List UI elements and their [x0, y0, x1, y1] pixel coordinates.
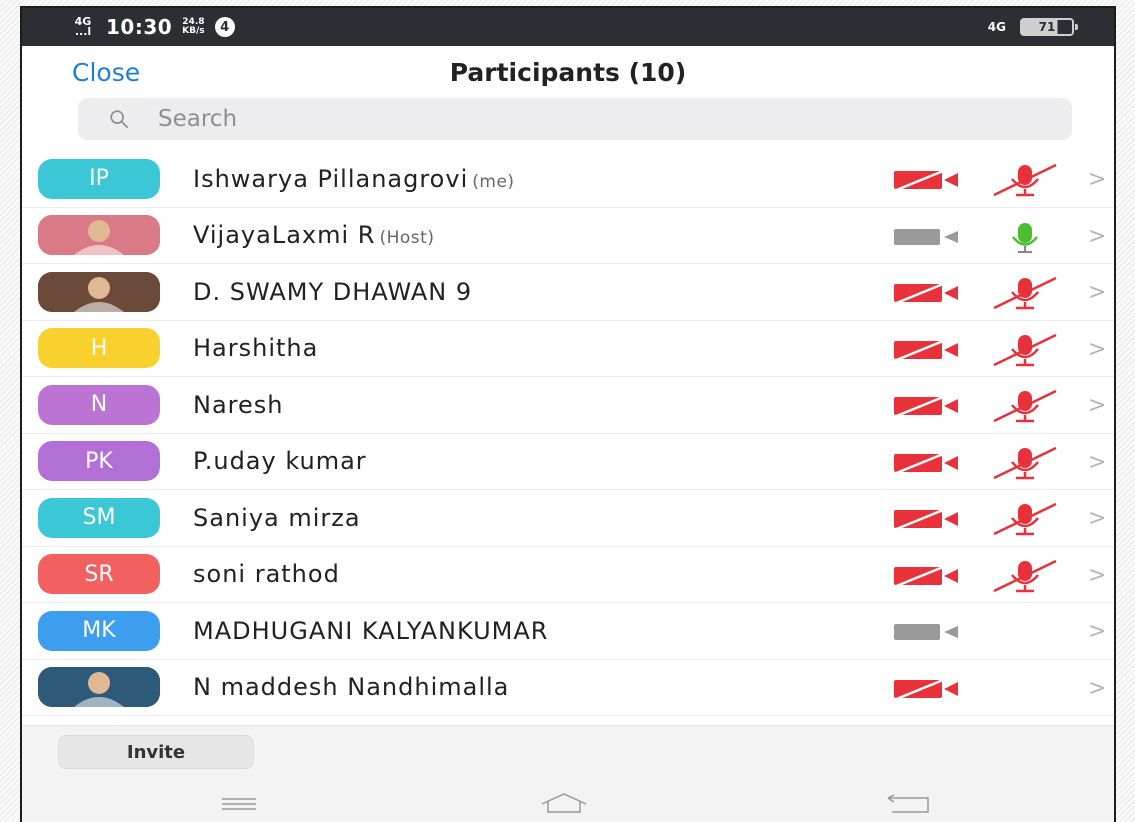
mic-muted-icon [993, 446, 1057, 479]
participant-row[interactable]: D. SWAMY DHAWAN 9 > [22, 264, 1114, 321]
notification-badge: 4 [214, 17, 235, 37]
mic-muted-icon [993, 502, 1057, 536]
participant-name: Naresh [193, 390, 284, 419]
participant-name-line: VijayaLaxmi R (Host) [193, 221, 434, 249]
chevron-right-icon[interactable]: > [1088, 676, 1106, 701]
participant-role-tag: (me) [472, 171, 515, 192]
video-off-icon [893, 451, 958, 474]
network-indicator: 4G ...l [70, 16, 96, 38]
chevron-right-icon[interactable]: > [1088, 167, 1106, 192]
participant-row[interactable]: PK P.uday kumar > [22, 434, 1114, 490]
network-speed-unit: KB/s [182, 26, 205, 36]
network-speed: 24.8 KB/s [182, 18, 204, 36]
participant-row[interactable]: N maddesh Nandhimalla > [22, 660, 1114, 716]
avatar: H [38, 328, 160, 369]
participant-row[interactable]: MK MADHUGANI KALYANKUMAR > [22, 603, 1114, 660]
participant-name-line: MADHUGANI KALYANKUMAR [193, 617, 548, 645]
video-off-icon [893, 338, 958, 361]
avatar: SR [38, 554, 160, 595]
participant-name-line: D. SWAMY DHAWAN 9 [193, 278, 472, 306]
video-off-icon [893, 508, 958, 530]
search-icon [110, 110, 129, 129]
avatar [38, 271, 160, 312]
participant-name: MADHUGANI KALYANKUMAR [193, 616, 549, 645]
video-off-icon [893, 282, 958, 304]
phone-screen: 4G ...l 10:30 24.8 KB/s 4 4G 71 Particip… [20, 6, 1116, 822]
participant-name-line: soni rathod [193, 560, 340, 588]
invite-button[interactable]: Invite [58, 735, 254, 769]
chevron-right-icon[interactable]: > [1088, 619, 1106, 644]
participant-name-line: P.uday kumar [193, 447, 367, 475]
back-icon[interactable] [882, 794, 938, 816]
participant-list: IP Ishwarya Pillanagrovi (me) > VijayaLaxm… [22, 151, 1114, 716]
participant-name-line: Harshitha [193, 334, 318, 362]
avatar-photo [38, 271, 160, 312]
mic-muted-icon [993, 163, 1057, 197]
participant-row[interactable]: VijayaLaxmi R (Host) > [22, 208, 1114, 264]
video-off-icon [893, 564, 958, 587]
clock: 10:30 [106, 15, 173, 39]
avatar-photo [38, 667, 160, 708]
participant-role-tag: (Host) [379, 228, 435, 249]
home-icon[interactable] [538, 790, 590, 816]
avatar: N [38, 384, 160, 425]
video-stopped-icon [894, 228, 958, 245]
avatar [38, 215, 160, 256]
participant-name-line: N maddesh Nandhimalla [193, 673, 509, 701]
avatar [38, 667, 160, 708]
close-button[interactable]: Close [72, 58, 140, 87]
participant-name: Ishwarya Pillanagrovi [193, 164, 469, 193]
participant-row[interactable]: SR soni rathod > [22, 547, 1114, 603]
menu-icon[interactable] [218, 794, 260, 814]
avatar: PK [38, 441, 160, 482]
network-type-right: 4G [987, 20, 1006, 34]
participant-name: D. SWAMY DHAWAN 9 [193, 277, 473, 306]
video-off-icon [893, 395, 958, 417]
participant-name-line: Ishwarya Pillanagrovi (me) [193, 165, 515, 193]
status-right: 4G 71 [987, 18, 1078, 36]
participant-row[interactable]: H Harshitha > [22, 321, 1114, 377]
participant-name: soni rathod [193, 560, 340, 589]
status-bar: 4G ...l 10:30 24.8 KB/s 4 4G 71 [22, 8, 1114, 46]
participant-name: VijayaLaxmi R [193, 221, 376, 250]
avatar: SM [38, 497, 160, 538]
chevron-right-icon[interactable]: > [1088, 393, 1106, 418]
battery-indicator: 71 [1020, 18, 1078, 36]
mic-on-icon [1012, 222, 1038, 253]
mic-muted-icon [993, 559, 1057, 592]
participant-name: Saniya mirza [193, 503, 361, 532]
chevron-right-icon[interactable]: > [1088, 450, 1106, 475]
chevron-right-icon[interactable]: > [1088, 224, 1106, 249]
signal-icon: ...l [74, 25, 92, 38]
participant-row[interactable]: SM Saniya mirza > [22, 490, 1114, 547]
video-off-icon [893, 169, 958, 191]
participant-row[interactable]: N Naresh > [22, 377, 1114, 434]
avatar: IP [38, 158, 160, 199]
chevron-right-icon[interactable]: > [1088, 337, 1106, 362]
avatar-photo [38, 215, 160, 256]
participant-name: N maddesh Nandhimalla [193, 673, 510, 702]
chevron-right-icon[interactable]: > [1088, 506, 1106, 531]
mic-muted-icon [993, 276, 1057, 310]
search-input[interactable] [158, 106, 958, 132]
avatar: MK [38, 610, 160, 651]
participant-name-line: Saniya mirza [193, 504, 361, 532]
chevron-right-icon[interactable]: > [1088, 280, 1106, 305]
participants-header: Participants (10) Close [22, 46, 1114, 100]
mic-muted-icon [993, 333, 1057, 366]
participant-row[interactable]: IP Ishwarya Pillanagrovi (me) > [22, 151, 1114, 208]
participant-name-line: Naresh [193, 391, 283, 419]
android-nav-bar [22, 788, 1114, 822]
page-title: Participants (10) [449, 58, 687, 87]
mic-muted-icon [993, 389, 1057, 423]
participant-name: P.uday kumar [193, 447, 367, 476]
participant-name: Harshitha [193, 334, 319, 363]
search-bar[interactable] [78, 98, 1072, 140]
footer: Invite [22, 725, 1114, 822]
video-off-icon [893, 677, 958, 700]
chevron-right-icon[interactable]: > [1088, 563, 1106, 588]
video-stopped-icon [894, 624, 958, 640]
